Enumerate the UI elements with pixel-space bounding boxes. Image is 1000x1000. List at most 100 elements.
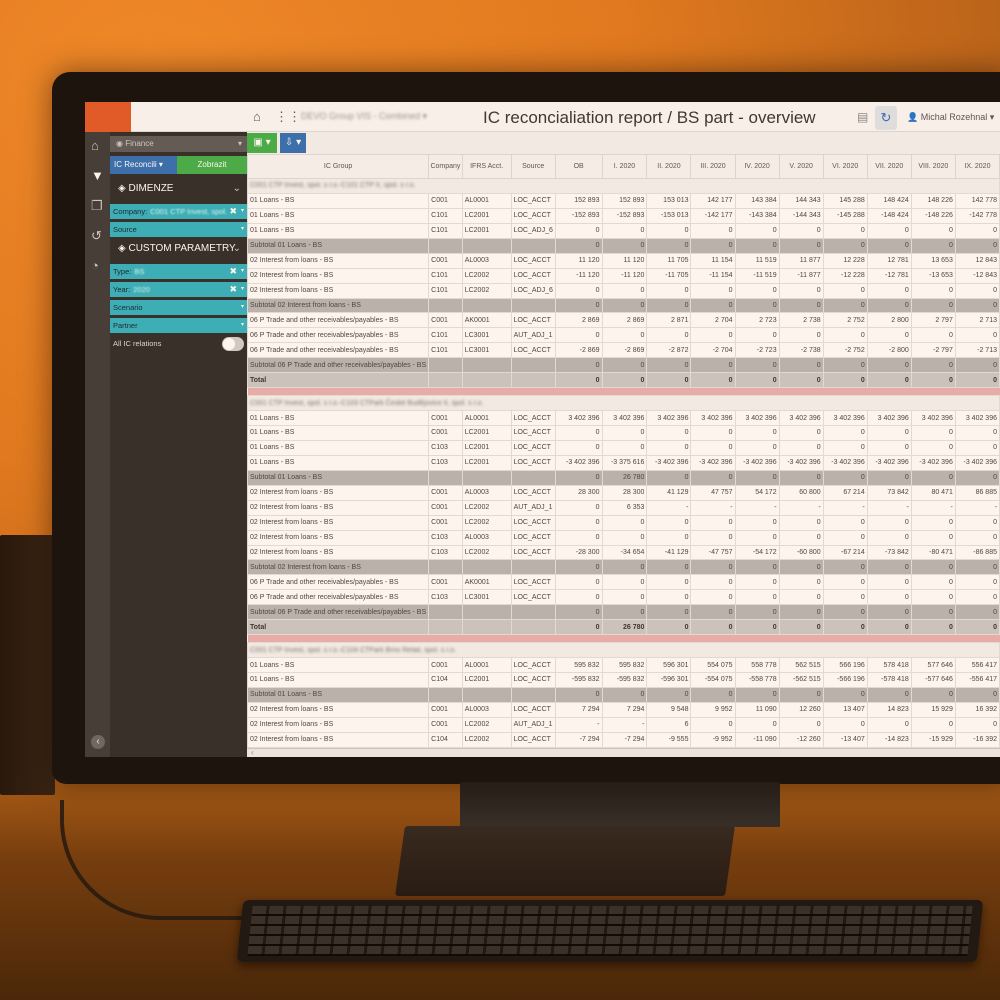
- value-cell: 0: [778, 529, 824, 546]
- dimenze-section-header[interactable]: ◈ DIMENZE ⌄: [110, 180, 247, 198]
- attribute-cell: LOC_ACCT: [510, 672, 556, 688]
- column-header[interactable]: VIII. 2020: [910, 154, 956, 179]
- value-cell: 554 075: [690, 657, 736, 673]
- column-header[interactable]: IX. 2020: [954, 154, 1000, 179]
- monitor-stand: [460, 782, 780, 827]
- value-cell: 0: [822, 357, 868, 374]
- column-header[interactable]: III. 2020: [690, 154, 736, 179]
- clear-icon[interactable]: ✖: [229, 206, 237, 217]
- column-header[interactable]: IC Group: [247, 154, 430, 179]
- user-icon: 👤: [907, 112, 919, 122]
- column-header[interactable]: IV. 2020: [734, 154, 780, 179]
- collapse-icon[interactable]: ‹: [91, 735, 105, 749]
- report-select-button[interactable]: IC Reconcili ▾: [110, 156, 177, 174]
- report-table: IC Group Company IFRS Acct. Source OB I. 2020…: [247, 154, 1000, 757]
- history-icon[interactable]: ↺: [91, 228, 102, 244]
- custom-section-header[interactable]: ◈ CUSTOM PARAMETRY ⌄: [110, 240, 247, 258]
- horizontal-scrollbar[interactable]: ‹: [247, 748, 1000, 757]
- value-cell: -578 418: [866, 672, 912, 688]
- copy-icon[interactable]: ❐: [91, 198, 103, 214]
- value-cell: 0: [866, 282, 912, 299]
- year-filter[interactable]: Year: 2020 ✖ ▾: [110, 282, 247, 297]
- value-cell: 0: [954, 282, 1000, 299]
- value-cell: 0: [910, 514, 956, 531]
- value-cell: -143 384: [734, 207, 780, 224]
- company-value: C001 CTP Invest, spol.: [150, 207, 228, 216]
- attribute-cell: [461, 604, 512, 621]
- value-cell: 0: [690, 439, 736, 456]
- column-header[interactable]: I. 2020: [601, 154, 648, 179]
- dropdown-icon: ▾: [240, 286, 244, 292]
- org-select[interactable]: DEVO Group VIS - Combined ▾: [301, 111, 427, 122]
- source-filter[interactable]: Source ▾: [110, 222, 247, 237]
- column-header[interactable]: V. 2020: [778, 154, 824, 179]
- value-cell: 86 885: [954, 484, 1000, 501]
- value-cell: 0: [690, 425, 736, 441]
- company-filter[interactable]: Company: C001 CTP Invest, spol. ✖ ▾: [110, 204, 247, 219]
- chevron-down-icon: ⌄: [232, 243, 241, 254]
- value-cell: 0: [954, 372, 1000, 389]
- attribute-cell: [461, 559, 512, 576]
- value-cell: 0: [601, 297, 648, 314]
- ic-group-cell: Total: [247, 619, 430, 636]
- value-cell: 148 226: [910, 192, 956, 209]
- column-header[interactable]: Company: [428, 154, 463, 179]
- attribute-cell: LC2002: [461, 267, 512, 284]
- company-label: Company:: [113, 207, 148, 216]
- home-icon[interactable]: ⌂: [253, 109, 261, 124]
- value-cell: 0: [690, 529, 736, 546]
- value-cell: 0: [778, 237, 824, 254]
- column-header[interactable]: IFRS Acct.: [461, 154, 512, 179]
- value-cell: -73 842: [866, 544, 912, 561]
- ic-group-cell: Subtotal 02 Interest from loans - BS: [247, 559, 430, 576]
- value-cell: 0: [601, 327, 648, 344]
- value-cell: 0: [734, 469, 780, 486]
- value-cell: 0: [554, 529, 603, 546]
- scenario-filter[interactable]: Scenario ▾: [110, 300, 247, 315]
- excel-export-button[interactable]: ▣ ▾: [247, 133, 277, 153]
- value-cell: 0: [778, 686, 824, 703]
- value-cell: -3 402 396: [954, 454, 1000, 471]
- column-header[interactable]: II. 2020: [646, 154, 692, 179]
- type-filter[interactable]: Type: BS ✖ ▾: [110, 264, 247, 279]
- column-header[interactable]: Source: [510, 154, 556, 179]
- document-icon[interactable]: ▤: [857, 110, 868, 124]
- value-cell: 0: [866, 574, 912, 591]
- module-select[interactable]: ◉ Finance ▾: [110, 136, 247, 152]
- value-cell: 144 343: [778, 192, 824, 209]
- column-header[interactable]: VII. 2020: [866, 154, 912, 179]
- scroll-left-icon[interactable]: ‹: [251, 748, 254, 757]
- subtotal-row: Subtotal 01 Loans - BS 0 0 0 0 0 0 0 0 0 0: [247, 686, 1000, 703]
- value-cell: -: [910, 499, 956, 516]
- value-cell: -3 402 396: [822, 454, 868, 471]
- value-cell: 0: [822, 469, 868, 486]
- filter-icon[interactable]: ▼: [91, 168, 104, 183]
- value-cell: 0: [734, 237, 780, 254]
- attribute-cell: C001: [428, 657, 463, 673]
- all-ic-toggle[interactable]: [222, 337, 244, 351]
- value-cell: 0: [690, 559, 736, 576]
- refresh-button[interactable]: ↻: [875, 106, 897, 130]
- value-cell: 14 823: [866, 701, 912, 718]
- download-button[interactable]: ⇩ ▾: [280, 133, 306, 153]
- column-header[interactable]: OB: [554, 154, 603, 179]
- partner-filter[interactable]: Partner ▾: [110, 318, 247, 333]
- value-cell: -41 129: [646, 544, 692, 561]
- clear-icon[interactable]: ✖: [229, 266, 237, 277]
- grid-icon[interactable]: ⋮⋮: [275, 109, 301, 125]
- column-header[interactable]: VI. 2020: [822, 154, 868, 179]
- value-cell: 11 120: [554, 252, 603, 269]
- dashboard-icon[interactable]: ◔: [91, 258, 99, 273]
- show-button[interactable]: Zobrazit: [177, 156, 247, 174]
- value-cell: 0: [822, 297, 868, 314]
- attribute-cell: AL0003: [461, 484, 512, 501]
- home-nav-icon[interactable]: ⌂: [91, 138, 99, 153]
- app-logo[interactable]: [85, 102, 131, 132]
- attribute-cell: LOC_ACCT: [510, 657, 556, 673]
- user-menu[interactable]: 👤 Michal Rozehnal ▾: [907, 112, 994, 123]
- value-cell: 3 402 396: [778, 410, 824, 426]
- clear-icon[interactable]: ✖: [229, 284, 237, 295]
- attribute-cell: C101: [428, 222, 463, 239]
- value-cell: 0: [734, 327, 780, 344]
- attribute-cell: [428, 372, 463, 389]
